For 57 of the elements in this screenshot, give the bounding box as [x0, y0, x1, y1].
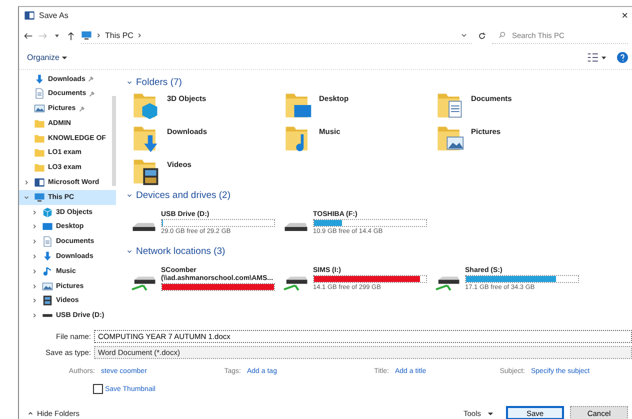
document-icon — [34, 88, 45, 100]
computer-icon — [81, 30, 92, 41]
back-arrow-icon[interactable] — [23, 30, 33, 41]
caret-icon — [487, 410, 494, 416]
network-drive-icon[interactable] — [283, 274, 309, 291]
path-segment[interactable]: This PC — [105, 30, 134, 40]
section-header[interactable]: Devices and drives (2) — [136, 190, 231, 202]
word-app-icon — [24, 10, 35, 22]
network-drive-icon[interactable] — [131, 274, 157, 291]
collapsed-chevron-icon[interactable] — [31, 223, 38, 230]
search-icon — [498, 31, 506, 40]
folder-icon — [34, 147, 45, 158]
dropdown-caret-icon[interactable] — [460, 31, 468, 40]
chevron-icon — [95, 32, 102, 39]
collapsed-chevron-icon[interactable] — [31, 282, 38, 290]
view-options-icon[interactable] — [587, 52, 607, 64]
up-arrow-icon[interactable] — [66, 30, 76, 41]
expanded-chevron-icon[interactable] — [23, 194, 30, 201]
refresh-icon[interactable] — [477, 30, 487, 41]
chevron-icon[interactable] — [126, 79, 133, 86]
chevron-icon — [136, 32, 144, 39]
help-icon[interactable] — [617, 52, 628, 64]
collapsed-chevron-icon[interactable] — [31, 253, 38, 260]
film-icon — [42, 295, 53, 306]
download-arrow-icon — [34, 74, 45, 84]
picture-icon — [34, 103, 45, 114]
collapsed-chevron-icon[interactable] — [31, 238, 38, 246]
cube-icon — [42, 206, 53, 218]
word-app-icon — [34, 177, 45, 188]
caret-icon — [61, 54, 68, 62]
document-icon — [42, 236, 53, 248]
download-arrow-icon — [42, 251, 53, 262]
scrollbar[interactable] — [112, 96, 116, 186]
chevron-icon[interactable] — [126, 192, 133, 200]
close-button[interactable]: × — [618, 10, 632, 22]
network-drive-icon[interactable] — [435, 274, 461, 291]
music-note-icon — [42, 266, 53, 277]
folder-icon — [34, 162, 45, 174]
chevron-icon[interactable] — [126, 248, 133, 256]
folder-icon — [34, 132, 45, 144]
organize-menu[interactable]: Organize — [27, 53, 68, 62]
collapsed-chevron-icon[interactable] — [31, 208, 38, 216]
chevron-icon — [27, 410, 34, 416]
address-bar[interactable]: This PC — [81, 27, 472, 44]
picture-icon — [42, 280, 53, 292]
checkbox[interactable] — [93, 384, 103, 394]
desktop-icon — [42, 221, 53, 232]
folder-icon — [34, 118, 45, 129]
collapsed-chevron-icon[interactable] — [31, 297, 38, 304]
collapsed-chevron-icon[interactable] — [23, 179, 30, 186]
collapsed-chevron-icon[interactable] — [31, 268, 38, 275]
section-header[interactable]: Folders (7) — [136, 77, 182, 88]
collapsed-chevron-icon[interactable] — [31, 312, 38, 320]
computer-icon — [34, 192, 45, 203]
caret-icon[interactable] — [53, 32, 61, 40]
section-header[interactable]: Network locations (3) — [136, 246, 226, 258]
window-title: Save As — [39, 11, 68, 20]
